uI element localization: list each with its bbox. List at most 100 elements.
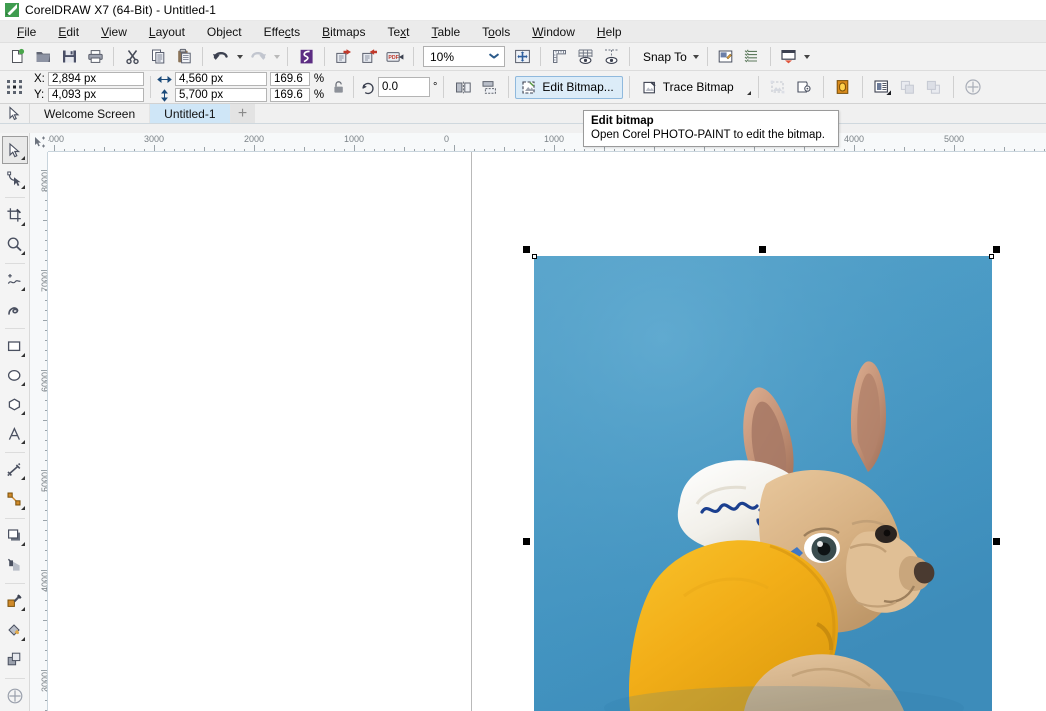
undo-dropdown-arrow[interactable] [234, 45, 245, 69]
width-input[interactable]: 4,560 px [175, 72, 267, 86]
add-object-icon[interactable] [960, 75, 986, 99]
import-icon[interactable] [330, 45, 356, 69]
property-bar: X: 2,894 px Y: 4,093 px 4,560 px 169.6 % [0, 71, 1046, 104]
application-launcher-dropdown-arrow[interactable] [802, 45, 813, 69]
open-document-icon[interactable] [30, 45, 56, 69]
y-position-input[interactable]: 4,093 px [48, 88, 144, 102]
ruler-tick [254, 145, 255, 152]
trace-bitmap-flyout-arrow[interactable] [743, 76, 752, 98]
horizontal-ruler[interactable]: 4000300020001000010002000300040005000 [30, 133, 1046, 152]
object-position-fields: X: 2,894 px Y: 4,093 px [34, 72, 144, 102]
menu-table[interactable]: Table [420, 22, 471, 42]
edit-bitmap-button[interactable]: Edit Bitmap... [515, 76, 622, 99]
color-eyedropper-tool[interactable] [2, 587, 28, 615]
fit-page-icon[interactable] [509, 45, 535, 69]
new-document-icon[interactable] [4, 45, 30, 69]
selection-handle-top-left[interactable] [523, 246, 530, 253]
ellipse-tool[interactable] [2, 362, 28, 390]
mirror-vertical-icon[interactable] [476, 75, 502, 99]
height-input[interactable]: 5,700 px [175, 88, 267, 102]
smart-fill-tool[interactable] [2, 682, 28, 710]
redo-icon[interactable] [245, 45, 271, 69]
show-guidelines-icon[interactable] [598, 45, 624, 69]
menu-view[interactable]: View [90, 22, 138, 42]
vertical-ruler[interactable]: 800070006000500040003000 [30, 152, 48, 711]
dimension-tool[interactable] [2, 456, 28, 484]
selection-handle-middle-left[interactable] [523, 538, 530, 545]
rectangle-tool[interactable] [2, 332, 28, 360]
bitmap-boundary-icon[interactable] [791, 75, 817, 99]
corel-connect-icon[interactable] [293, 45, 319, 69]
export-icon[interactable] [356, 45, 382, 69]
object-manager-icon[interactable] [739, 45, 765, 69]
bitmap-image-dog[interactable] [534, 256, 992, 711]
save-document-icon[interactable] [56, 45, 82, 69]
selection-handle-top-center[interactable] [759, 246, 766, 253]
menu-window[interactable]: Window [521, 22, 586, 42]
polygon-tool[interactable] [2, 391, 28, 419]
text-tool[interactable] [2, 420, 28, 448]
menu-effects[interactable]: Effects [253, 22, 311, 42]
zoom-level-combobox[interactable]: 10% [423, 46, 505, 67]
publish-pdf-icon[interactable]: PDF [382, 45, 408, 69]
ruler-label: 5000 [944, 135, 964, 144]
pick-tool-icon[interactable] [0, 104, 30, 123]
zoom-tool[interactable] [2, 231, 28, 259]
menu-object[interactable]: Object [196, 22, 253, 42]
paste-icon[interactable] [171, 45, 197, 69]
shadow-tool[interactable] [2, 522, 28, 550]
menu-edit[interactable]: Edit [47, 22, 90, 42]
undo-icon[interactable] [208, 45, 234, 69]
menu-help[interactable]: Help [586, 22, 633, 42]
shape-tool[interactable] [2, 165, 28, 193]
snap-to-dropdown-arrow[interactable] [691, 45, 702, 69]
print-icon[interactable] [82, 45, 108, 69]
ruler-label: 5000 [41, 472, 48, 492]
application-launcher-icon[interactable] [776, 45, 802, 69]
artistic-media-tool[interactable] [2, 296, 28, 324]
interactive-fill-tool[interactable] [2, 646, 28, 674]
pick-tool[interactable] [2, 136, 28, 164]
crop-tool[interactable] [2, 201, 28, 229]
menu-bitmaps[interactable]: Bitmaps [311, 22, 376, 42]
menu-file[interactable]: File [6, 22, 47, 42]
transparency-tool[interactable] [2, 551, 28, 579]
mirror-horizontal-icon[interactable] [450, 75, 476, 99]
chevron-down-icon[interactable] [484, 54, 504, 59]
trace-bitmap-button[interactable]: Trace Bitmap [636, 76, 743, 99]
ruler-tick [454, 145, 455, 152]
show-grid-icon[interactable] [572, 45, 598, 69]
lock-ratio-icon[interactable] [329, 76, 347, 98]
ruler-label: 0 [444, 135, 449, 144]
cut-icon[interactable] [119, 45, 145, 69]
show-rulers-icon[interactable] [546, 45, 572, 69]
drawing-canvas[interactable] [48, 152, 1046, 711]
ruler-origin-icon[interactable] [30, 133, 48, 152]
selection-handle-top-right[interactable] [993, 246, 1000, 253]
add-document-tab-button[interactable]: + [231, 104, 255, 123]
property-separator [629, 76, 630, 98]
scale-width-input[interactable]: 169.6 [270, 72, 310, 86]
freehand-tool[interactable] [2, 267, 28, 295]
scale-height-input[interactable]: 169.6 [270, 88, 310, 102]
menu-tools[interactable]: Tools [471, 22, 521, 42]
options-icon[interactable] [713, 45, 739, 69]
wrap-text-icon[interactable] [869, 75, 895, 99]
ruler-tick [554, 145, 555, 152]
copy-icon[interactable] [145, 45, 171, 69]
snap-to-button[interactable]: Snap To [635, 45, 691, 69]
connector-tool[interactable] [2, 485, 28, 513]
tab-untitled-1[interactable]: Untitled-1 [150, 104, 230, 123]
edit-bitmap-icon [521, 80, 537, 95]
rotation-angle-input[interactable]: 0.0 [378, 77, 430, 97]
tab-welcome-screen[interactable]: Welcome Screen [30, 104, 150, 123]
menu-layout[interactable]: Layout [138, 22, 196, 42]
coreldraw-logo-icon [5, 3, 19, 17]
selection-handle-middle-right[interactable] [993, 538, 1000, 545]
bitmap-color-mask-icon[interactable] [830, 75, 856, 99]
x-position-input[interactable]: 2,894 px [48, 72, 144, 86]
page-boundary-line [471, 152, 472, 711]
fill-tool[interactable] [2, 616, 28, 644]
menu-text[interactable]: Text [376, 22, 420, 42]
object-height-icon [157, 89, 172, 102]
